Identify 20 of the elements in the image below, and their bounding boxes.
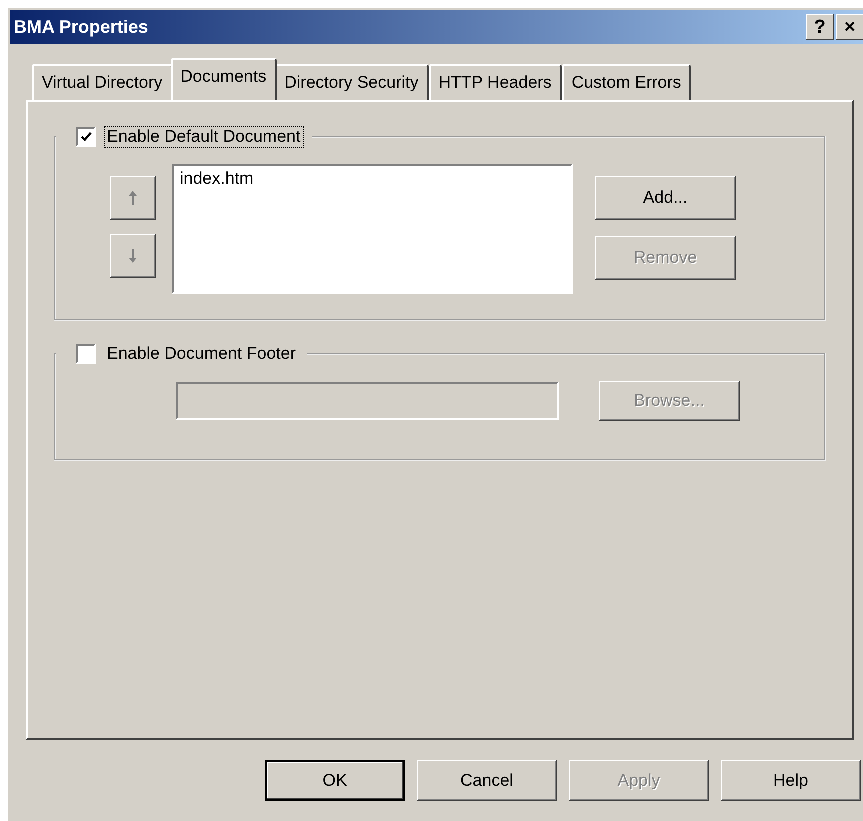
help-button[interactable]: Help <box>721 760 861 801</box>
check-icon <box>80 132 92 142</box>
close-button[interactable]: × <box>836 14 863 40</box>
checkbox[interactable] <box>76 127 96 147</box>
tab[interactable]: Documents <box>170 58 277 100</box>
tab[interactable]: Directory Security <box>274 64 429 100</box>
checkbox-label[interactable]: Enable Default Document <box>104 126 304 148</box>
window-title: BMA Properties <box>14 16 148 38</box>
help-button[interactable]: ? <box>806 14 834 40</box>
tab[interactable]: Virtual Directory <box>32 64 173 100</box>
tab[interactable]: HTTP Headers <box>428 64 562 100</box>
ok-button[interactable]: OK <box>265 760 405 801</box>
checkbox-label[interactable]: Enable Document Footer <box>104 343 299 365</box>
list-item[interactable]: index.htm <box>180 168 254 190</box>
up-arrow-icon <box>128 190 138 206</box>
checkbox[interactable] <box>76 344 96 364</box>
cancel-button[interactable]: Cancel <box>417 760 557 801</box>
add-button[interactable]: Add... <box>595 176 736 220</box>
down-arrow-icon <box>128 248 138 264</box>
tab[interactable]: Custom Errors <box>562 64 692 100</box>
